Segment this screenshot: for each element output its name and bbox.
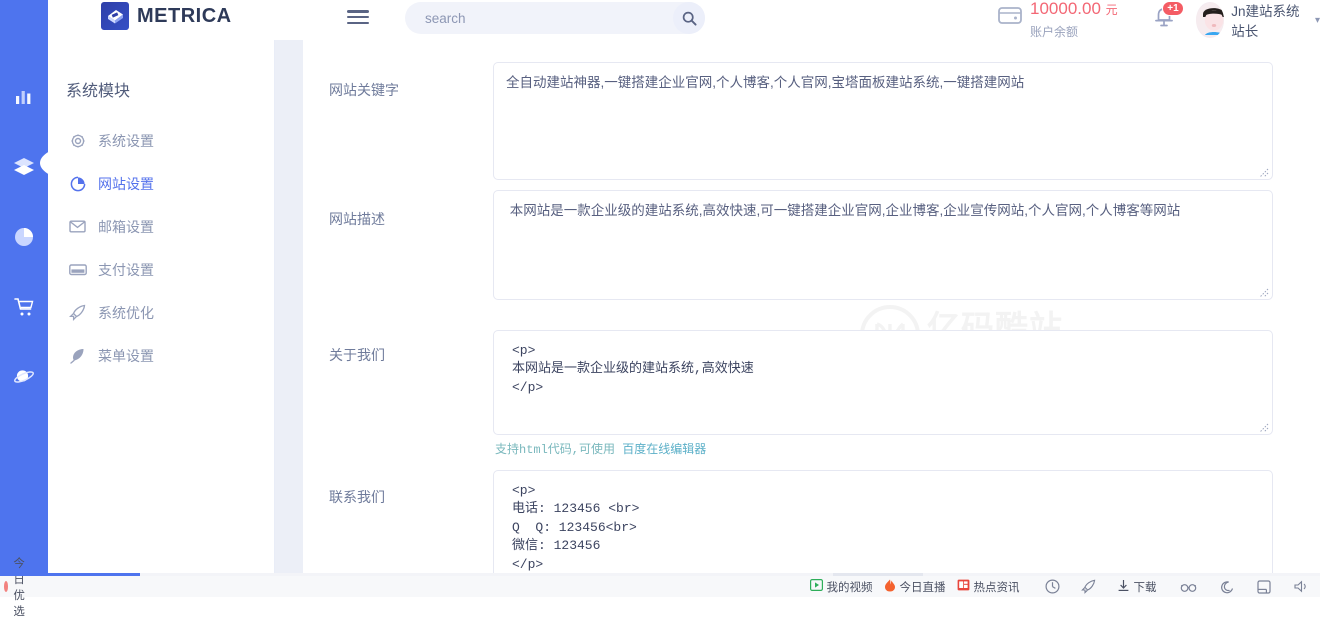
chevron-down-icon: ▾ xyxy=(1315,15,1320,26)
notification-bell[interactable]: +1 xyxy=(1152,4,1176,32)
laptop-logo-icon xyxy=(101,2,129,30)
primary-icon-rail xyxy=(0,0,48,575)
sidebar-item-system-optimize[interactable]: 系统优化 xyxy=(48,291,274,334)
sidebar-menu: 系统设置 网站设置 邮箱设置 xyxy=(48,119,274,377)
field-label: 网站描述 xyxy=(329,209,489,229)
credit-card-icon xyxy=(68,264,87,276)
pie-timer-icon xyxy=(68,176,87,192)
rail-item-planet[interactable] xyxy=(0,360,48,394)
bell-icon xyxy=(1152,17,1176,34)
wallet-label: 账户余额 xyxy=(1030,23,1118,40)
sidebar-item-label: 系统优化 xyxy=(98,303,154,323)
gear-icon xyxy=(68,133,87,149)
planet-icon xyxy=(13,366,35,388)
about-us-help: 支持html代码,可使用 百度在线编辑器 xyxy=(495,440,706,457)
logo-text: METRICA xyxy=(137,5,232,28)
taskbar-item-label: 今日直播 xyxy=(900,579,946,595)
wallet-balance[interactable]: 10000.00 元 账户余额 xyxy=(998,0,1118,40)
sidebar-item-label: 系统设置 xyxy=(98,131,154,151)
taskbar: 今日优选 我的视频 今日直播 xyxy=(0,575,1320,597)
search-icon[interactable] xyxy=(673,2,705,34)
sidebar-panel: 系统模块 系统设置 网 xyxy=(48,40,275,575)
field-label: 关于我们 xyxy=(329,345,489,365)
taskbar-item-my-video[interactable]: 我的视频 xyxy=(810,579,873,595)
avatar xyxy=(1196,2,1224,38)
contact-us-input[interactable] xyxy=(493,470,1273,575)
browser-page: METRICA xyxy=(0,0,1320,575)
edge-browser-icon[interactable] xyxy=(1220,580,1234,594)
help-prefix: 支持html代码,可使用 xyxy=(495,443,615,457)
taskbar-item-label: 热点资讯 xyxy=(974,579,1020,595)
taskbar-progress-chunk xyxy=(833,573,923,576)
sidebar-item-label: 网站设置 xyxy=(98,174,154,194)
bar-chart-icon xyxy=(13,86,35,108)
taskbar-item-live-today[interactable]: 今日直播 xyxy=(884,579,946,595)
user-menu[interactable]: Jn建站系统站长 ▾ xyxy=(1196,0,1320,40)
taskbar-items: 我的视频 今日直播 热点资讯 xyxy=(810,579,1320,595)
sidebar-item-site-settings[interactable]: 网站设置 xyxy=(48,162,274,205)
field-container xyxy=(493,190,1273,300)
speaker-icon[interactable] xyxy=(1294,580,1309,593)
field-container xyxy=(493,470,1273,575)
content-area: 亿码酷站 YMKUZHAN.COM 网站关键字 网站描述 xyxy=(303,40,1320,575)
site-description-input[interactable] xyxy=(493,190,1273,300)
rocket-icon[interactable] xyxy=(1081,579,1096,594)
about-us-input[interactable] xyxy=(493,330,1273,435)
field-container xyxy=(493,330,1273,435)
site-keywords-input[interactable] xyxy=(493,62,1273,180)
wallet-icon xyxy=(998,6,1022,30)
envelope-icon xyxy=(68,220,87,233)
news-icon xyxy=(957,579,970,594)
field-label: 联系我们 xyxy=(329,487,489,507)
window-icon[interactable] xyxy=(1257,580,1271,594)
taskbar-item-hot-news[interactable]: 热点资讯 xyxy=(957,579,1020,595)
search-box xyxy=(405,2,705,34)
top-header: METRICA xyxy=(48,0,1320,40)
rocket-icon xyxy=(68,304,87,321)
wallet-amount: 10000.00 xyxy=(1030,0,1101,18)
user-name: Jn建站系统站长 xyxy=(1231,0,1306,40)
rail-item-bar-chart[interactable] xyxy=(0,80,48,114)
featured-dot-icon xyxy=(4,581,8,592)
pie-chart-icon xyxy=(13,226,35,248)
sidebar-item-payment-settings[interactable]: 支付设置 xyxy=(48,248,274,291)
sidebar-item-email-settings[interactable]: 邮箱设置 xyxy=(48,205,274,248)
sidebar-item-system-settings[interactable]: 系统设置 xyxy=(48,119,274,162)
download-icon xyxy=(1117,579,1130,595)
panel-gutter xyxy=(275,40,303,575)
hamburger-menu-icon[interactable] xyxy=(347,7,369,27)
shopping-cart-icon xyxy=(13,296,35,318)
taskbar-featured-label: 今日优选 xyxy=(13,555,31,619)
search-input[interactable] xyxy=(423,2,673,34)
baidu-editor-link[interactable]: 百度在线编辑器 xyxy=(622,443,706,457)
sidebar-title: 系统模块 xyxy=(66,77,274,101)
notification-badge: +1 xyxy=(1162,1,1184,16)
active-module-notch xyxy=(40,148,56,178)
video-play-icon xyxy=(810,579,823,594)
field-container xyxy=(493,62,1273,180)
rail-item-shopping-cart[interactable] xyxy=(0,290,48,324)
sidebar-item-label: 菜单设置 xyxy=(98,346,154,366)
layers-icon xyxy=(12,156,36,178)
taskbar-item-label: 我的视频 xyxy=(827,579,873,595)
rail-item-pie-chart[interactable] xyxy=(0,220,48,254)
taskbar-featured[interactable]: 今日优选 xyxy=(0,555,32,619)
flame-icon xyxy=(884,579,896,595)
taskbar-item-download[interactable]: 下载 xyxy=(1117,579,1157,595)
compass-icon[interactable] xyxy=(1045,579,1060,594)
sidebar-item-menu-settings[interactable]: 菜单设置 xyxy=(48,334,274,377)
download-label: 下载 xyxy=(1134,579,1157,595)
taskbar-progress-active xyxy=(0,573,140,576)
glasses-icon[interactable] xyxy=(1180,581,1197,593)
sidebar-item-label: 邮箱设置 xyxy=(98,217,154,237)
wallet-amount-row: 10000.00 元 xyxy=(1030,0,1118,19)
sidebar-item-label: 支付设置 xyxy=(98,260,154,280)
app-logo[interactable]: METRICA xyxy=(101,2,232,30)
taskbar-progress-track xyxy=(140,573,1320,576)
wallet-unit: 元 xyxy=(1106,3,1118,17)
field-label: 网站关键字 xyxy=(329,80,489,100)
leaf-icon xyxy=(68,347,87,364)
